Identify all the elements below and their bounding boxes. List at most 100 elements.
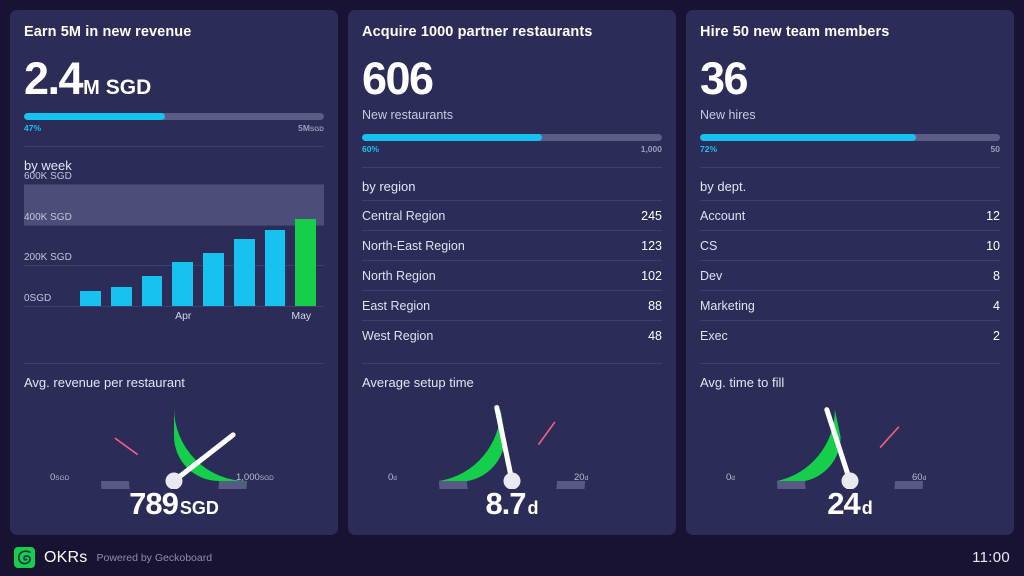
- breakdown-list: Account 12 CS 10 Dev 8 Marketing 4 Exec 2: [700, 200, 1000, 350]
- kpi-block: 2.4 M SGD: [24, 42, 324, 101]
- list-item[interactable]: Exec 2: [700, 320, 1000, 350]
- chart-bar[interactable]: [172, 262, 193, 306]
- gauge-value-unit: d: [527, 498, 539, 518]
- list-item-label: Dev: [700, 268, 723, 283]
- list-item-value: 102: [641, 268, 662, 283]
- list-item-label: North-East Region: [362, 238, 465, 253]
- list-item-value: 12: [986, 208, 1000, 223]
- gauge-value: 8.7 d: [362, 488, 662, 519]
- gauge-section: Avg. time to fill 0d 60d 24 d: [700, 350, 1000, 525]
- kpi-value: 36: [700, 53, 749, 104]
- chart-bar[interactable]: [80, 290, 101, 306]
- gauge-target-marker: [537, 421, 556, 446]
- list-item[interactable]: Account 12: [700, 200, 1000, 230]
- section-heading: by region: [362, 179, 416, 194]
- card-grid: Earn 5M in new revenue 2.4 M SGD 47% 5MSGD by …: [0, 0, 1024, 539]
- list-item-value: 10: [986, 238, 1000, 253]
- chart-bar[interactable]: [295, 218, 316, 306]
- chart-x-tick-label: Apr: [175, 310, 192, 322]
- list-item-value: 245: [641, 208, 662, 223]
- list-item[interactable]: West Region 48: [362, 320, 662, 350]
- chart-y-tick-label: 400K SGD: [24, 211, 72, 223]
- kpi-block: 606 New restaurants: [362, 42, 662, 122]
- okr-card: Earn 5M in new revenue 2.4 M SGD 47% 5MSGD by …: [10, 10, 338, 535]
- gauge-section: Average setup time 0d 20d 8.7 d: [362, 350, 662, 525]
- list-item[interactable]: East Region 88: [362, 290, 662, 320]
- breakdown-list: Central Region 245 North-East Region 123 Nor…: [362, 200, 662, 350]
- gauge-heading: Avg. time to fill: [700, 375, 785, 390]
- list-item-label: West Region: [362, 328, 434, 343]
- progress-percent-label: 47%: [24, 123, 42, 133]
- gauge-max-label: 1,000SGD: [236, 472, 274, 483]
- chart-bar[interactable]: [264, 229, 286, 306]
- chart-bars: [80, 178, 316, 306]
- progress-track: [362, 134, 662, 141]
- gauge-value: 24 d: [700, 488, 1000, 519]
- gauge: 0d 20d 8.7 d: [362, 397, 662, 525]
- chart-x-tick-label: May: [291, 310, 312, 322]
- list-item-label: Account: [700, 208, 746, 223]
- list-item[interactable]: North-East Region 123: [362, 230, 662, 260]
- chart-y-tick-label: 200K SGD: [24, 252, 72, 264]
- kpi-subtitle: New hires: [700, 108, 756, 122]
- gauge-max-label: 20d: [574, 472, 589, 483]
- chart-bar[interactable]: [233, 238, 255, 306]
- list-item[interactable]: Dev 8: [700, 260, 1000, 290]
- progress-goal-label: 1,000: [640, 144, 662, 154]
- list-item-label: East Region: [362, 298, 431, 313]
- gauge-target-marker: [114, 437, 139, 456]
- section-heading: by dept.: [700, 179, 747, 194]
- chart-x-axis: Apr May: [80, 308, 316, 326]
- gauge-value-number: 789: [129, 486, 179, 521]
- gauge-min-label: 0SGD: [50, 472, 70, 483]
- progress-bar: 72% 50: [700, 134, 1000, 154]
- list-item[interactable]: North Region 102: [362, 260, 662, 290]
- list-item-value: 88: [648, 298, 662, 313]
- list-item[interactable]: Marketing 4: [700, 290, 1000, 320]
- kpi-number: 606: [362, 56, 662, 101]
- progress-goal-label: 5MSGD: [298, 123, 324, 133]
- chart-bar[interactable]: [203, 253, 224, 306]
- dashboard-footer: OKRs Powered by Geckoboard 11:00: [0, 539, 1024, 576]
- gauge-max-label: 60d: [912, 472, 927, 483]
- list-item-label: Exec: [700, 328, 728, 343]
- kpi-number: 2.4 M SGD: [24, 56, 324, 101]
- list-item-label: North Region: [362, 268, 436, 283]
- list-item-value: 48: [648, 328, 662, 343]
- kpi-value: 606: [362, 53, 434, 104]
- gauge-min-label: 0d: [388, 472, 397, 483]
- footer-clock: 11:00: [972, 549, 1010, 566]
- okr-card: Acquire 1000 partner restaurants 606 New r…: [348, 10, 676, 535]
- progress-track: [24, 113, 324, 120]
- okr-card: Hire 50 new team members 36 New hires 72% 50…: [686, 10, 1014, 535]
- kpi-value: 2.4: [24, 53, 84, 104]
- progress-percent-label: 60%: [362, 144, 380, 154]
- gauge-heading: Avg. revenue per restaurant: [24, 375, 185, 390]
- list-item-label: Central Region: [362, 208, 446, 223]
- progress-labels: 60% 1,000: [362, 144, 662, 154]
- gauge-value: 789 SGD: [24, 488, 324, 519]
- list-item-label: CS: [700, 238, 718, 253]
- chart-y-tick-label: 600K SGD: [24, 171, 72, 182]
- gauge: 0d 60d 24 d: [700, 397, 1000, 525]
- list-item[interactable]: CS 10: [700, 230, 1000, 260]
- progress-fill: [700, 134, 916, 141]
- card-title: Acquire 1000 partner restaurants: [362, 24, 593, 40]
- kpi-unit-magnitude: M: [83, 77, 100, 99]
- chart-y-tick-label: 0SGD: [24, 293, 52, 304]
- kpi-subtitle: New restaurants: [362, 108, 454, 122]
- list-item[interactable]: Central Region 245: [362, 200, 662, 230]
- gauge-min-label: 0d: [726, 472, 735, 483]
- gauge-good-band: [439, 408, 505, 481]
- progress-track: [700, 134, 1000, 141]
- footer-dashboard-title: OKRs: [44, 548, 88, 566]
- gauge-value-unit: SGD: [179, 498, 219, 518]
- card-title: Earn 5M in new revenue: [24, 24, 192, 40]
- chart-bar[interactable]: [110, 286, 132, 306]
- chart-bar[interactable]: [141, 275, 163, 306]
- progress-bar: 60% 1,000: [362, 134, 662, 154]
- list-item-value: 123: [641, 238, 662, 253]
- dashboard-root: Earn 5M in new revenue 2.4 M SGD 47% 5MSGD by …: [0, 0, 1024, 576]
- kpi-block: 36 New hires: [700, 42, 1000, 122]
- progress-labels: 72% 50: [700, 144, 1000, 154]
